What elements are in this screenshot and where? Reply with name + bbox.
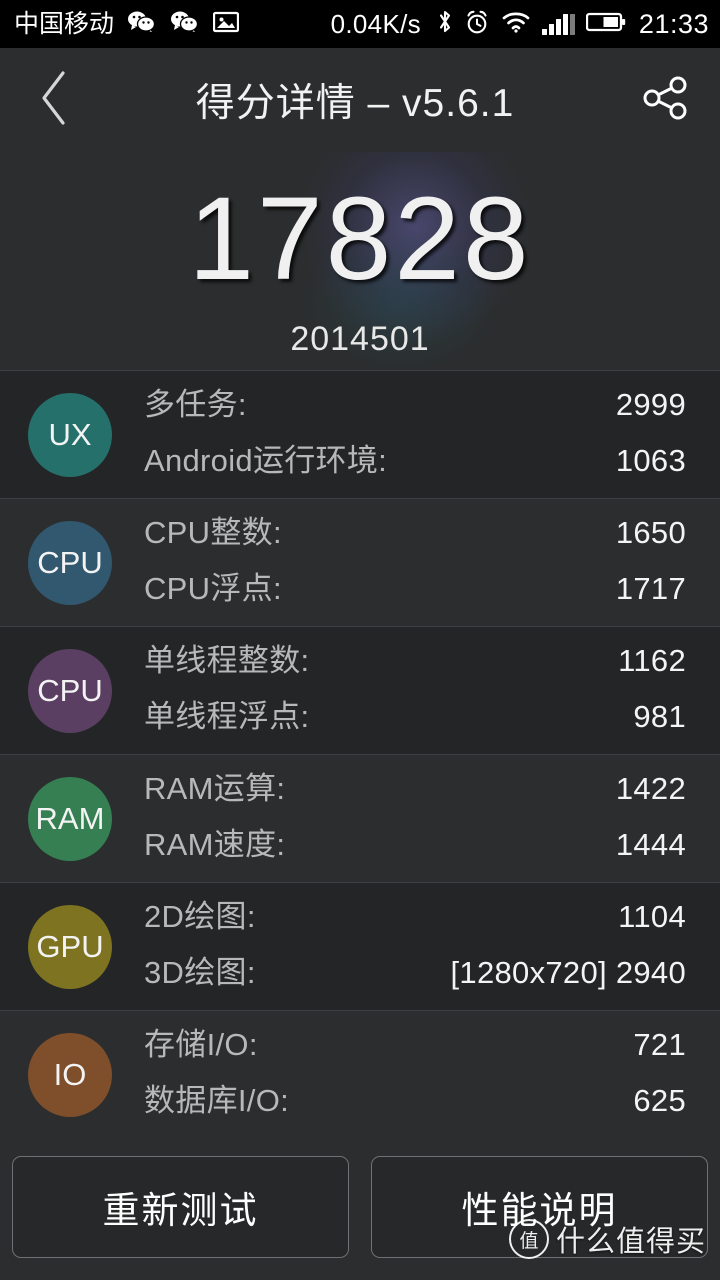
image-icon bbox=[212, 10, 240, 39]
metric-label: CPU整数: bbox=[144, 514, 282, 550]
metric-row: CPU整数: 1650 bbox=[144, 507, 686, 563]
metric-label: 数据库I/O: bbox=[144, 1082, 290, 1118]
metric-row: RAM运算: 1422 bbox=[144, 763, 686, 819]
app-screen: 中国移动 0.04K/s 21:33 得分详情 – v5.6.1 17828 2… bbox=[0, 0, 720, 1280]
wifi-icon bbox=[501, 10, 531, 39]
category-badge: CPU bbox=[28, 520, 112, 605]
metric-label: 多任务: bbox=[144, 386, 247, 422]
retest-button[interactable]: 重新测试 bbox=[12, 1155, 349, 1258]
score-panel: 17828 2014501 bbox=[0, 152, 720, 370]
metric-group: 单线程整数: 1162 单线程浮点: 981 bbox=[112, 635, 720, 747]
category-badge: CPU bbox=[28, 648, 112, 733]
metric-value: 1162 bbox=[618, 642, 686, 678]
metric-label: RAM运算: bbox=[144, 770, 286, 806]
benchmark-list: UX 多任务: 2999 Android运行环境: 1063 CPU CPU整数: 1650 C… bbox=[0, 370, 720, 1138]
metric-row: 2D绘图: 1104 bbox=[144, 891, 686, 947]
metric-label: 2D绘图: bbox=[144, 898, 256, 934]
benchmark-row: CPU CPU整数: 1650 CPU浮点: 1717 bbox=[0, 498, 720, 626]
metric-label: RAM速度: bbox=[144, 826, 286, 862]
status-bar-left: 中国移动 bbox=[0, 9, 240, 39]
benchmark-row: GPU 2D绘图: 1104 3D绘图: [1280x720] 2940 bbox=[0, 882, 720, 1010]
metric-group: 2D绘图: 1104 3D绘图: [1280x720] 2940 bbox=[112, 891, 720, 1003]
metric-value: 721 bbox=[633, 1026, 686, 1062]
metric-row: Android运行环境: 1063 bbox=[144, 435, 686, 491]
status-bar: 中国移动 0.04K/s 21:33 bbox=[0, 0, 720, 48]
carrier-label: 中国移动 bbox=[14, 9, 115, 38]
wechat-icon bbox=[127, 10, 157, 39]
chevron-left-icon bbox=[37, 69, 71, 132]
alarm-icon bbox=[464, 9, 490, 40]
page-title: 得分详情 – v5.6.1 bbox=[195, 82, 515, 125]
benchmark-row: UX 多任务: 2999 Android运行环境: 1063 bbox=[0, 370, 720, 498]
metric-row: RAM速度: 1444 bbox=[144, 819, 686, 875]
metric-row: 3D绘图: [1280x720] 2940 bbox=[144, 947, 686, 1003]
metric-value: 1717 bbox=[615, 570, 686, 606]
metric-group: 多任务: 2999 Android运行环境: 1063 bbox=[112, 379, 720, 491]
metric-value: 1650 bbox=[615, 514, 686, 550]
metric-label: CPU浮点: bbox=[144, 570, 282, 606]
title-bar: 得分详情 – v5.6.1 bbox=[0, 48, 720, 152]
metric-label: 单线程整数: bbox=[144, 642, 310, 678]
benchmark-row: CPU 单线程整数: 1162 单线程浮点: 981 bbox=[0, 626, 720, 754]
metric-row: 存储I/O: 721 bbox=[144, 1019, 686, 1075]
metric-label: 3D绘图: bbox=[144, 954, 256, 990]
metric-value: 1104 bbox=[618, 898, 686, 934]
metric-group: CPU整数: 1650 CPU浮点: 1717 bbox=[112, 507, 720, 619]
metric-group: 存储I/O: 721 数据库I/O: 625 bbox=[112, 1019, 720, 1131]
benchmark-row: RAM RAM运算: 1422 RAM速度: 1444 bbox=[0, 754, 720, 882]
footer-bar: 重新测试 性能说明 值 什么值得买 bbox=[0, 1145, 720, 1280]
category-badge: IO bbox=[28, 1032, 112, 1117]
metric-value: 2999 bbox=[615, 386, 686, 422]
score-id: 2014501 bbox=[290, 320, 430, 358]
metric-value: [1280x720] 2940 bbox=[450, 954, 686, 990]
status-bar-middle: 0.04K/s bbox=[239, 9, 437, 40]
status-bar-right: 21:33 bbox=[437, 9, 720, 40]
bluetooth-icon bbox=[437, 9, 453, 40]
metric-value: 1422 bbox=[615, 770, 686, 806]
metric-row: 多任务: 2999 bbox=[144, 379, 686, 435]
battery-icon bbox=[585, 10, 626, 39]
metric-row: 单线程整数: 1162 bbox=[144, 635, 686, 691]
category-badge: UX bbox=[28, 392, 112, 477]
share-icon bbox=[640, 72, 692, 129]
metric-row: 单线程浮点: 981 bbox=[144, 691, 686, 747]
metric-row: 数据库I/O: 625 bbox=[144, 1075, 686, 1131]
total-score: 17828 bbox=[188, 173, 532, 305]
category-badge: RAM bbox=[28, 776, 112, 861]
share-button[interactable] bbox=[612, 48, 720, 152]
back-button[interactable] bbox=[0, 48, 108, 152]
signal-icon bbox=[541, 13, 575, 35]
performance-info-button[interactable]: 性能说明 bbox=[371, 1155, 708, 1258]
metric-label: 存储I/O: bbox=[144, 1026, 258, 1062]
metric-value: 981 bbox=[633, 698, 686, 734]
wechat-icon bbox=[170, 10, 200, 39]
metric-row: CPU浮点: 1717 bbox=[144, 563, 686, 619]
clock-label: 21:33 bbox=[638, 8, 709, 39]
metric-group: RAM运算: 1422 RAM速度: 1444 bbox=[112, 763, 720, 875]
category-badge: GPU bbox=[28, 904, 112, 989]
metric-label: 单线程浮点: bbox=[144, 698, 310, 734]
metric-value: 625 bbox=[633, 1082, 686, 1118]
metric-value: 1063 bbox=[615, 442, 686, 478]
benchmark-row: IO 存储I/O: 721 数据库I/O: 625 bbox=[0, 1010, 720, 1138]
metric-label: Android运行环境: bbox=[144, 442, 388, 478]
metric-value: 1444 bbox=[615, 826, 686, 862]
network-speed-label: 0.04K/s bbox=[330, 8, 421, 39]
